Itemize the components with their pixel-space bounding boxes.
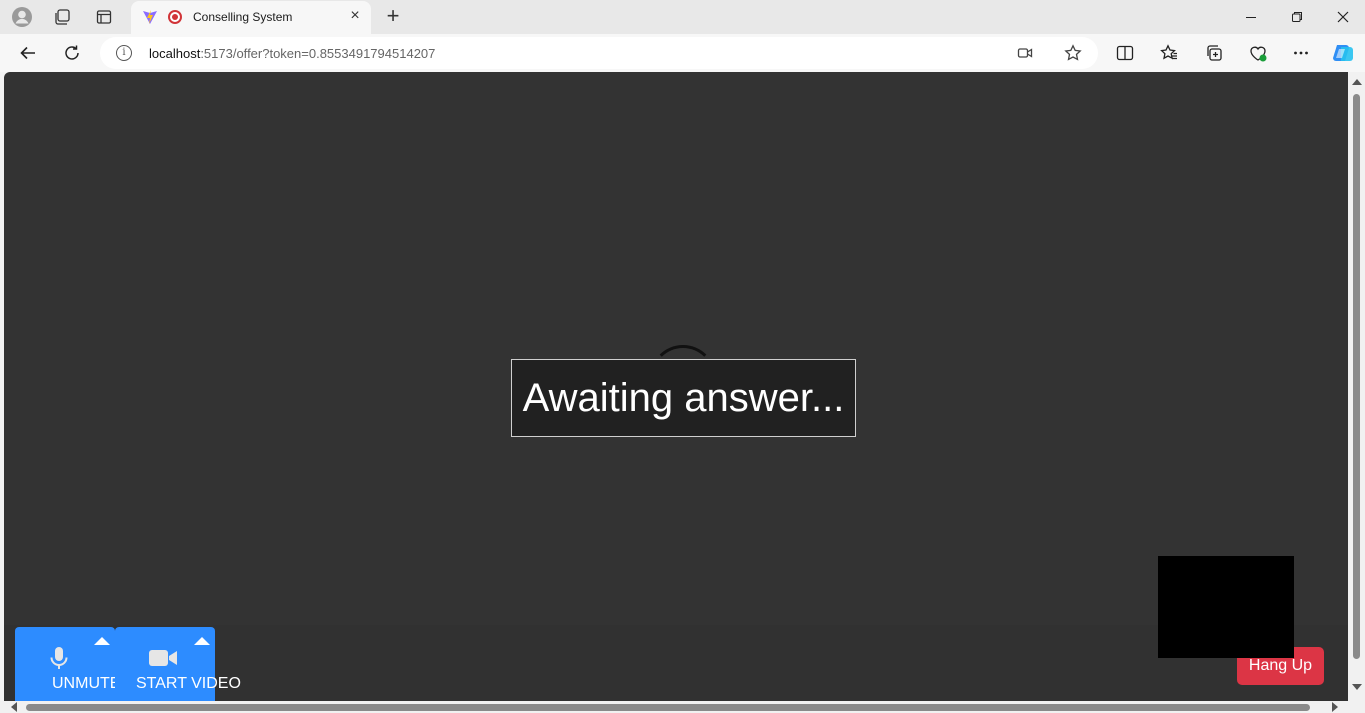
scroll-left-icon[interactable] [11,702,17,712]
browser-tab[interactable]: Conselling System × [131,1,371,34]
video-options-icon[interactable] [194,637,210,645]
workspaces-icon[interactable] [51,6,73,28]
vite-logo-icon [142,9,158,25]
scroll-up-icon[interactable] [1352,79,1362,85]
vertical-scroll-thumb[interactable] [1353,94,1360,659]
tab-close-icon[interactable]: × [347,7,363,25]
more-icon[interactable] [1290,42,1312,64]
star-icon[interactable] [1062,42,1084,64]
minimize-icon[interactable] [1238,6,1264,28]
unmute-button[interactable]: UNMUTE [15,627,120,701]
horizontal-scroll-thumb[interactable] [26,704,1310,711]
video-camera-icon [113,645,213,671]
browser-tab-bar: Conselling System × + [0,0,1365,34]
favorites-icon[interactable] [1158,42,1180,64]
scroll-right-icon[interactable] [1332,702,1338,712]
address-bar[interactable]: i localhost:5173/offer?token=0.855349179… [100,37,1098,69]
back-icon[interactable] [17,42,39,64]
horizontal-scrollbar[interactable] [0,701,1365,713]
camera-icon[interactable] [1014,42,1036,64]
vertical-scrollbar[interactable] [1348,72,1365,701]
collections-icon[interactable] [1203,42,1225,64]
audio-options-icon[interactable] [94,637,110,645]
start-video-label: START VIDEO [136,675,241,692]
unmute-label: UNMUTE [52,675,121,692]
call-status-text: Awaiting answer... [522,375,845,420]
profile-icon[interactable] [11,6,33,28]
address-host: localhost [149,46,201,61]
split-screen-icon[interactable] [1114,42,1136,64]
call-viewport: Awaiting answer... UNMUTE START VIDEO Ha… [4,72,1348,701]
microphone-icon [9,645,109,671]
tab-title: Conselling System [193,10,293,24]
status-overlay: Awaiting answer... [511,359,856,437]
start-video-button[interactable]: START VIDEO [113,627,241,701]
copilot-icon[interactable] [1330,40,1356,66]
browser-essentials-icon[interactable] [1247,42,1269,64]
scroll-down-icon[interactable] [1352,684,1362,690]
refresh-icon[interactable] [61,42,83,64]
new-tab-icon[interactable]: + [382,5,404,27]
tab-actions-icon[interactable] [93,6,115,28]
address-url[interactable]: localhost:5173/offer?token=0.85534917945… [149,46,435,61]
restore-icon[interactable] [1284,6,1310,28]
info-icon[interactable]: i [116,45,132,61]
self-video-preview [1158,556,1294,658]
browser-toolbar: i localhost:5173/offer?token=0.855349179… [0,34,1365,72]
recording-indicator-icon [168,10,182,24]
address-path: :5173/offer?token=0.8553491794514207 [200,46,436,61]
window-close-icon[interactable] [1330,6,1356,28]
